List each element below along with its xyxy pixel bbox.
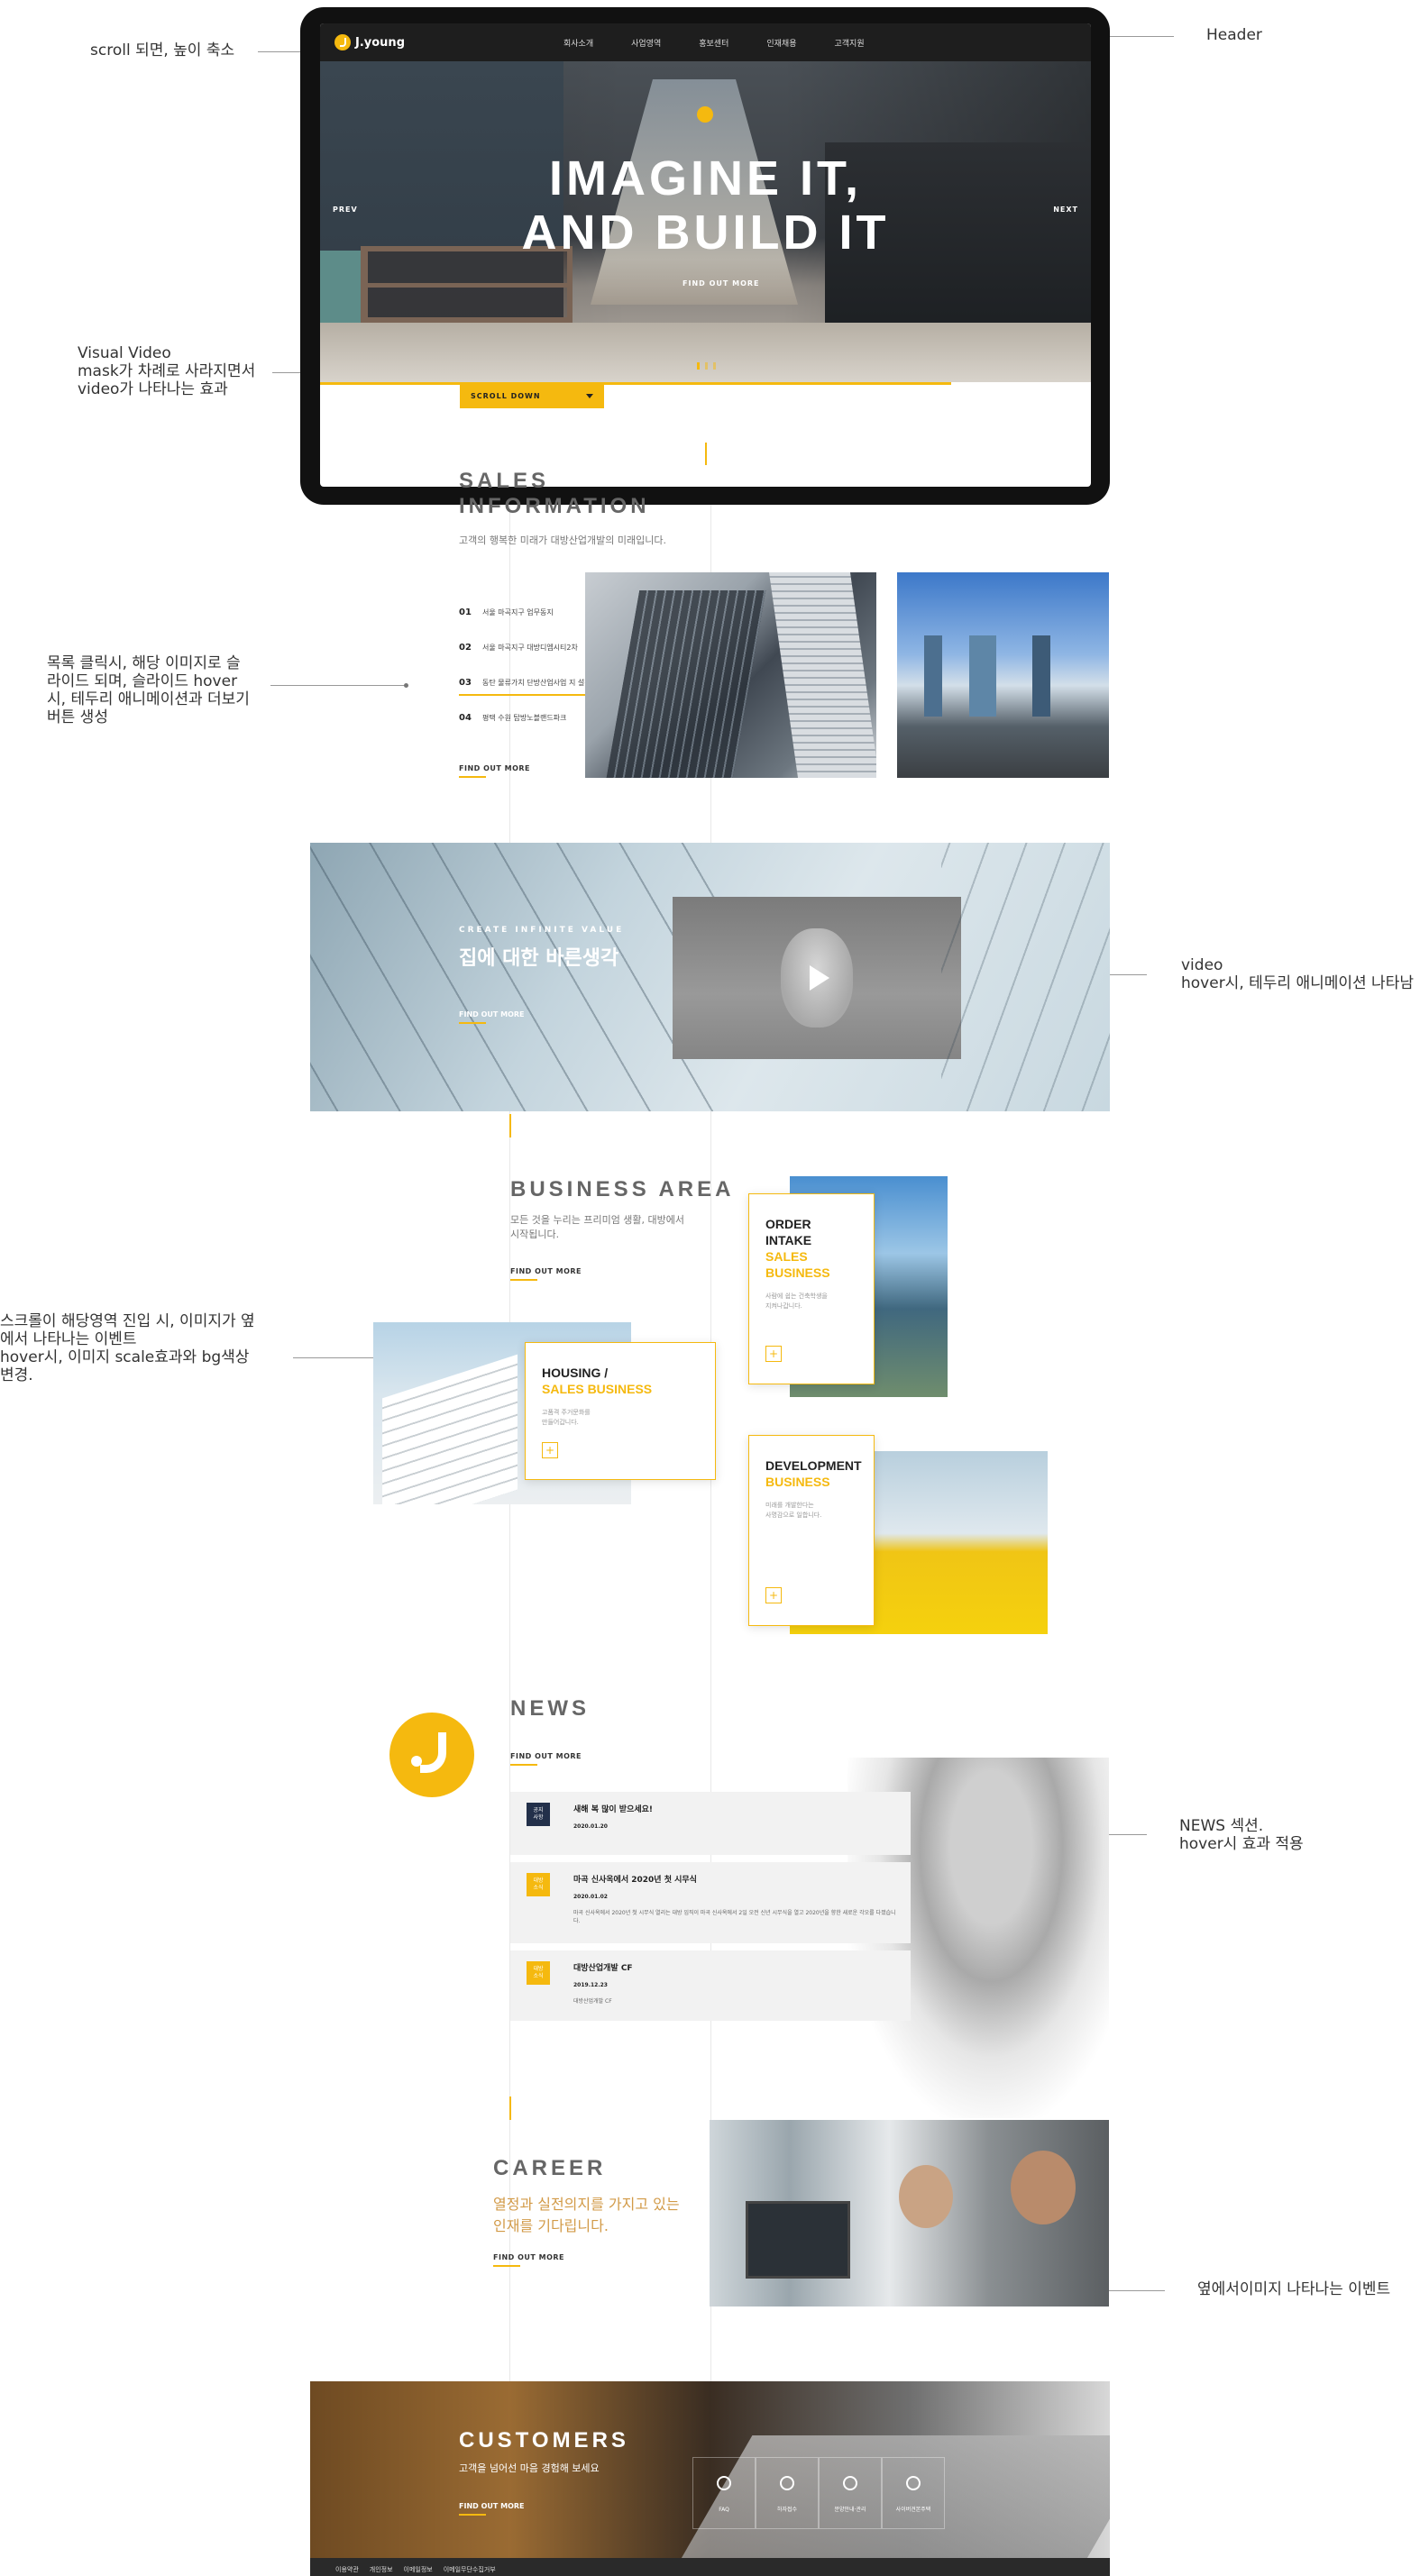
video-section: CREATE INFINITE VALUE 집에 대한 바른생각 FIND OU…	[310, 843, 1110, 1111]
hero-prev-button[interactable]: PREV	[333, 206, 358, 214]
business-card-housing[interactable]: HOUSING / SALES BUSINESS 고품격 주거문화를 만들어갑니다…	[525, 1342, 716, 1480]
sales-item[interactable]: 02 서울 마곡지구 대방디엠시티2차	[459, 630, 591, 665]
plus-icon[interactable]: +	[765, 1587, 782, 1603]
video-find-out-more[interactable]: FIND OUT MORE	[459, 1010, 525, 1024]
pen-icon	[780, 2476, 794, 2490]
news-badge: 대방 소식	[527, 1961, 550, 1985]
footer-link[interactable]: 이메일정보	[404, 2565, 433, 2574]
career-subtitle-line2: 인재를 기다립니다.	[493, 2217, 609, 2234]
site-logo[interactable]: J.young	[334, 34, 405, 50]
sales-list: 01 서울 마곡지구 업무동지 02 서울 마곡지구 대방디엠시티2차 03 동탄 물…	[459, 595, 591, 735]
customers-section: CUSTOMERS 고객을 넘어선 마음 경험해 보세요 FIND OUT MO…	[310, 2381, 1110, 2558]
news-title: NEWS	[510, 1696, 590, 1721]
nav-item-recruit[interactable]: 인재채용	[766, 37, 796, 49]
news-logo-icon	[389, 1713, 474, 1797]
hero-next-button[interactable]: NEXT	[1053, 206, 1078, 214]
annotation-line	[270, 685, 406, 686]
sales-title-line1: SALES	[459, 469, 550, 493]
housing-building	[382, 1354, 518, 1504]
video-title: 집에 대한 바른생각	[459, 947, 619, 970]
annotation-list-click: 목록 클릭시, 해당 이미지로 슬 라이드 되며, 슬라이드 hover 시, …	[47, 654, 250, 726]
footer-link[interactable]: 이메일무단수집거부	[444, 2565, 496, 2574]
news-item[interactable]: 공지 사항 새해 복 많이 받으세요! 2020.01.20	[510, 1792, 911, 1855]
plus-icon[interactable]: +	[542, 1442, 558, 1458]
section-tick	[509, 2096, 511, 2120]
business-subtitle-line1: 모든 것을 누리는 프리미엄 생활, 대방에서	[510, 1214, 685, 1226]
site-header: J.young 회사소개 사업영역 홍보센터 인재채용 고객지원	[320, 23, 1091, 61]
tablet-screen: J.young 회사소개 사업영역 홍보센터 인재채용 고객지원 IMAGINE…	[320, 23, 1091, 487]
career-image	[710, 2120, 1109, 2307]
doc-icon	[906, 2476, 921, 2490]
annotation-header: Header	[1206, 26, 1262, 44]
sales-slide-city[interactable]	[897, 572, 1109, 778]
main-nav: 회사소개 사업영역 홍보센터 인재채용 고객지원	[563, 37, 865, 49]
sales-find-out-more[interactable]: FIND OUT MORE	[459, 764, 530, 778]
annotation-dot	[404, 683, 408, 688]
customers-find-out-more[interactable]: FIND OUT MORE	[459, 2502, 525, 2516]
business-title: BUSINESS AREA	[510, 1177, 735, 1201]
hero-find-out-more[interactable]: FIND OUT MORE	[683, 279, 760, 288]
business-find-out-more[interactable]: FIND OUT MORE	[510, 1267, 582, 1281]
annotation-visual-video: Visual Video mask가 차례로 사라지면서 video가 나타나는…	[78, 344, 256, 398]
news-badge: 공지 사항	[527, 1803, 550, 1826]
news-item[interactable]: 대방 소식 대방산업개발 CF 2019.12.23 대방산업개발 CF	[510, 1950, 911, 2021]
nav-item-support[interactable]: 고객지원	[835, 37, 865, 49]
site-footer: 이용약관 개인정보 이메일정보 이메일무단수집거부	[310, 2558, 1110, 2576]
annotation-news: NEWS 섹션. hover시 효과 적용	[1179, 1817, 1304, 1853]
career-subtitle-line1: 열정과 실전의지를 가지고 있는	[493, 2196, 680, 2213]
plus-icon[interactable]: +	[765, 1346, 782, 1362]
annotation-video: video hover시, 테두리 애니메이션 나타남	[1181, 956, 1414, 992]
annotation-header-scroll: scroll 되면, 높이 축소	[90, 41, 235, 59]
section-tick	[509, 1114, 511, 1137]
nav-item-business[interactable]: 사업영역	[631, 37, 661, 49]
logo-icon	[334, 34, 351, 50]
footer-link[interactable]: 개인정보	[370, 2565, 393, 2574]
hero-floor	[320, 323, 1091, 382]
news-badge: 대방 소식	[527, 1873, 550, 1896]
scroll-indicator	[705, 443, 707, 465]
customers-link-faq[interactable]: FAQ	[692, 2457, 756, 2529]
news-find-out-more[interactable]: FIND OUT MORE	[510, 1752, 582, 1766]
annotation-career: 옆에서이미지 나타나는 이벤트	[1197, 2280, 1391, 2298]
sales-subtitle: 고객의 행복한 미래가 대방산업개발의 미래입니다.	[459, 534, 667, 546]
sales-title-line2: INFORMATION	[459, 494, 650, 518]
business-card-development[interactable]: DEVELOPMENT BUSINESS 미래를 개발한다는 사명감으로 일합니다…	[748, 1435, 875, 1626]
hero-pagination[interactable]	[697, 362, 716, 370]
business-card-order[interactable]: ORDER INTAKE SALES BUSINESS 사람에 쉽는 건축학생을…	[748, 1193, 875, 1384]
footer-links: 이용약관 개인정보 이메일정보 이메일무단수집거부	[335, 2565, 496, 2574]
customers-subtitle: 고객을 넘어선 마음 경험해 보세요	[459, 2462, 600, 2474]
hero-progress-bar	[320, 382, 951, 385]
annotation-scroll-event: 스크롤이 해당영역 진입 시, 이미지가 옆 에서 나타나는 이벤트 hover…	[0, 1312, 255, 1384]
logo-text: J.young	[355, 35, 405, 50]
gear-icon	[843, 2476, 857, 2490]
nav-item-pr[interactable]: 홍보센터	[699, 37, 728, 49]
customers-link-defect[interactable]: 하자접수	[756, 2457, 819, 2529]
hero-logo-icon	[697, 106, 713, 123]
sales-item[interactable]: 04 평택 수원 탑방노블랜드파크	[459, 700, 591, 735]
news-item[interactable]: 대방 소식 마곡 신사옥에서 2020년 첫 시무식 2020.01.02 마곡 …	[510, 1862, 911, 1943]
customers-title: CUSTOMERS	[459, 2428, 629, 2453]
hero-visual: IMAGINE IT, AND BUILD IT FIND OUT MORE P…	[320, 61, 1091, 382]
nav-item-company[interactable]: 회사소개	[563, 37, 593, 49]
customers-link-cyber[interactable]: 사이버견본주택	[882, 2457, 945, 2529]
sales-item[interactable]: 01 서울 마곡지구 업무동지	[459, 595, 591, 630]
career-find-out-more[interactable]: FIND OUT MORE	[493, 2253, 564, 2267]
hero-title: IMAGINE IT, AND BUILD IT	[320, 151, 1091, 260]
scroll-down-button[interactable]: SCROLL DOWN	[460, 384, 604, 408]
annotation-line	[293, 1357, 380, 1358]
hero-title-line2: AND BUILD IT	[521, 206, 890, 260]
footer-link[interactable]: 이용약관	[335, 2565, 359, 2574]
hero-sofa	[320, 251, 365, 332]
career-title: CAREER	[493, 2156, 607, 2180]
sales-slide-building[interactable]	[585, 572, 876, 778]
chat-icon	[717, 2476, 731, 2490]
hero-title-line1: IMAGINE IT,	[548, 151, 862, 206]
video-player[interactable]	[673, 897, 961, 1059]
customers-quick-links: FAQ 하자접수 분양안내·관리 사이버견본주택	[692, 2457, 945, 2529]
video-eyebrow: CREATE INFINITE VALUE	[459, 926, 625, 935]
customers-link-sales[interactable]: 분양안내·관리	[819, 2457, 882, 2529]
play-icon[interactable]	[810, 965, 829, 991]
business-subtitle-line2: 시작됩니다.	[510, 1229, 560, 1240]
